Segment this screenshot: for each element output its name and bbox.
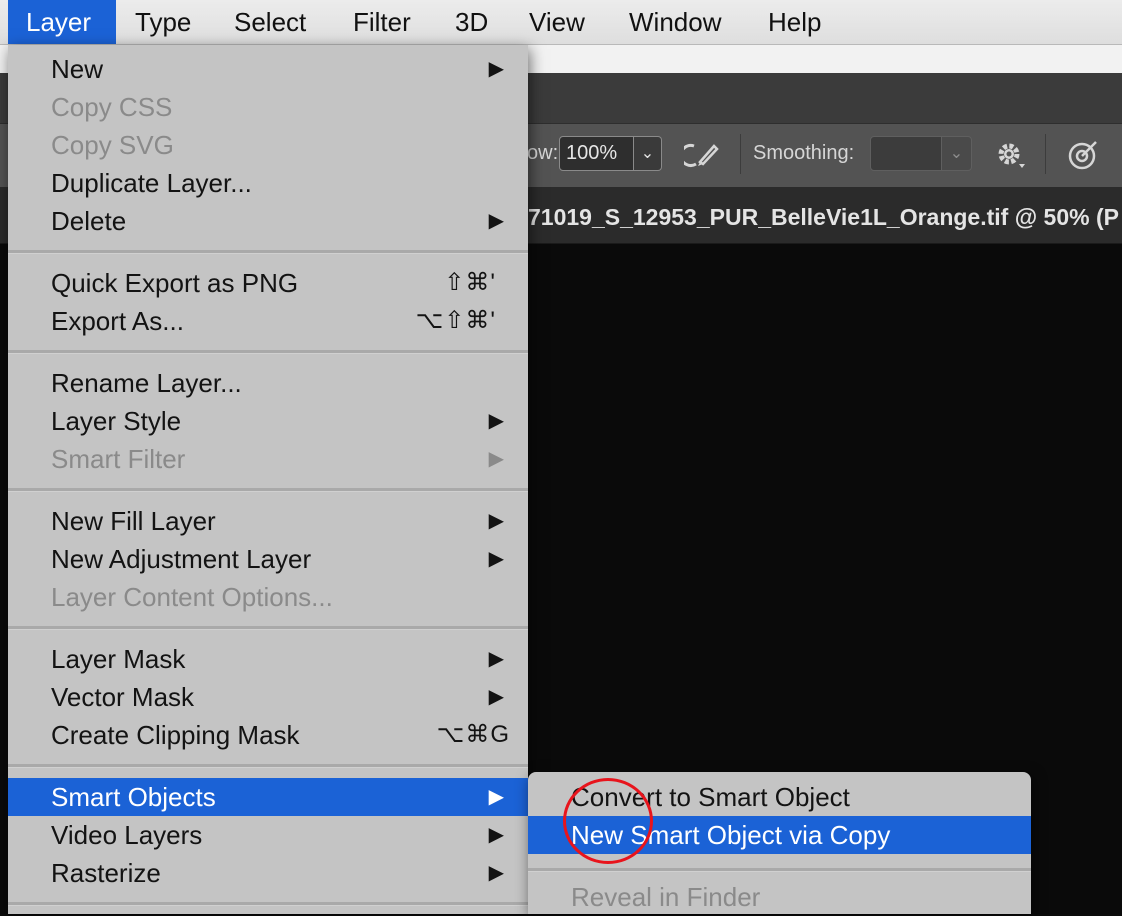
menu-separator bbox=[8, 488, 528, 492]
menu-item-label: Quick Export as PNG bbox=[51, 268, 299, 298]
menu-item-export-as[interactable]: Export As... ⌥⇧⌘' bbox=[8, 302, 528, 340]
menu-item-new-adjustment-layer[interactable]: New Adjustment Layer ▶ bbox=[8, 540, 528, 578]
menu-item-duplicate-layer[interactable]: Duplicate Layer... bbox=[8, 164, 528, 202]
menu-item-copy-css: Copy CSS bbox=[8, 88, 528, 126]
separator bbox=[740, 134, 741, 174]
menu-item-label: Convert to Smart Object bbox=[571, 782, 850, 812]
menu-item-video-layers[interactable]: Video Layers ▶ bbox=[8, 816, 528, 854]
menu-item-rasterize[interactable]: Rasterize ▶ bbox=[8, 854, 528, 892]
menubar-layer[interactable]: Layer bbox=[8, 0, 116, 44]
submenu-arrow-icon: ▶ bbox=[488, 686, 504, 708]
shortcut-label: ⌥⇧⌘' bbox=[415, 307, 496, 334]
menubar-select[interactable]: Select bbox=[216, 0, 324, 44]
menu-separator bbox=[8, 250, 528, 254]
menu-separator bbox=[8, 626, 528, 630]
menu-item-quick-export-png[interactable]: Quick Export as PNG ⇧⌘' bbox=[8, 264, 528, 302]
submenu-arrow-icon: ▶ bbox=[488, 58, 504, 80]
smart-objects-submenu: Convert to Smart Object New Smart Object… bbox=[528, 772, 1031, 914]
chevron-down-icon: ⌄ bbox=[640, 145, 655, 162]
flow-dropdown-button[interactable]: ⌄ bbox=[634, 136, 662, 171]
flow-input[interactable]: 100% bbox=[559, 136, 634, 171]
menu-bar: Layer Type Select Filter 3D View Window … bbox=[0, 0, 1122, 45]
submenu-arrow-icon: ▶ bbox=[488, 824, 504, 846]
menu-item-copy-svg: Copy SVG bbox=[8, 126, 528, 164]
menu-item-layer-mask[interactable]: Layer Mask ▶ bbox=[8, 640, 528, 678]
submenu-arrow-icon: ▶ bbox=[488, 510, 504, 532]
flow-label: ow: bbox=[527, 142, 559, 164]
menu-item-label: Smart Objects bbox=[51, 782, 216, 812]
menubar-filter[interactable]: Filter bbox=[335, 0, 429, 44]
menu-item-label: Layer Mask bbox=[51, 644, 186, 674]
smoothing-input[interactable] bbox=[870, 136, 942, 171]
menu-item-label: Create Clipping Mask bbox=[51, 720, 300, 750]
menu-item-label: Rasterize bbox=[51, 858, 161, 888]
menu-item-rename-layer[interactable]: Rename Layer... bbox=[8, 364, 528, 402]
smoothing-label: Smoothing: bbox=[753, 142, 855, 164]
menu-item-label: New bbox=[51, 54, 104, 84]
menu-item-label: Layer Content Options... bbox=[51, 582, 333, 612]
menu-item-label: Rename Layer... bbox=[51, 368, 242, 398]
menu-item-label: Duplicate Layer... bbox=[51, 168, 252, 198]
submenu-arrow-icon: ▶ bbox=[488, 410, 504, 432]
menu-item-label: Vector Mask bbox=[51, 682, 195, 712]
shortcut-label: ⌥⌘G bbox=[436, 721, 510, 748]
menubar-window[interactable]: Window bbox=[611, 0, 739, 44]
menu-item-label: Reveal in Finder bbox=[571, 882, 761, 912]
menu-item-label: Copy SVG bbox=[51, 130, 174, 160]
pressure-target-icon[interactable] bbox=[1064, 136, 1102, 174]
airbrush-icon[interactable] bbox=[679, 136, 722, 174]
menu-item-new[interactable]: New ▶ bbox=[8, 50, 528, 88]
menu-separator bbox=[8, 902, 528, 906]
submenu-item-convert-to-smart-object[interactable]: Convert to Smart Object bbox=[528, 778, 1031, 816]
submenu-arrow-icon: ▶ bbox=[488, 448, 504, 470]
menu-item-layer-style[interactable]: Layer Style ▶ bbox=[8, 402, 528, 440]
submenu-arrow-icon: ▶ bbox=[488, 548, 504, 570]
menu-item-label: Copy CSS bbox=[51, 92, 173, 122]
submenu-item-new-smart-object-via-copy[interactable]: New Smart Object via Copy bbox=[528, 816, 1031, 854]
menu-item-smart-filter: Smart Filter ▶ bbox=[8, 440, 528, 478]
menu-item-label: New Adjustment Layer bbox=[51, 544, 312, 574]
menu-item-label: Delete bbox=[51, 206, 127, 236]
menu-item-new-fill-layer[interactable]: New Fill Layer ▶ bbox=[8, 502, 528, 540]
menu-item-label: New Fill Layer bbox=[51, 506, 216, 536]
menu-item-smart-objects[interactable]: Smart Objects ▶ bbox=[8, 778, 528, 816]
submenu-arrow-icon: ▶ bbox=[488, 862, 504, 884]
menu-item-label: New Smart Object via Copy bbox=[571, 820, 891, 850]
submenu-arrow-icon: ▶ bbox=[488, 786, 504, 808]
menu-item-label: Smart Filter bbox=[51, 444, 186, 474]
menu-item-create-clipping-mask[interactable]: Create Clipping Mask ⌥⌘G bbox=[8, 716, 528, 754]
menubar-3d[interactable]: 3D bbox=[437, 0, 506, 44]
submenu-item-reveal-in-finder: Reveal in Finder bbox=[528, 878, 1031, 916]
menu-item-label: Layer Style bbox=[51, 406, 182, 436]
chevron-down-icon: ⌄ bbox=[949, 145, 964, 162]
layer-menu: New ▶ Copy CSS Copy SVG Duplicate Layer..… bbox=[8, 45, 528, 914]
separator bbox=[1045, 134, 1046, 174]
menu-item-vector-mask[interactable]: Vector Mask ▶ bbox=[8, 678, 528, 716]
menu-item-delete[interactable]: Delete ▶ bbox=[8, 202, 528, 240]
submenu-arrow-icon: ▶ bbox=[488, 648, 504, 670]
submenu-arrow-icon: ▶ bbox=[488, 210, 504, 232]
menu-item-layer-content-options: Layer Content Options... bbox=[8, 578, 528, 616]
menu-separator bbox=[8, 350, 528, 354]
gear-icon[interactable] bbox=[992, 136, 1030, 174]
menu-separator bbox=[8, 764, 528, 768]
menubar-help[interactable]: Help bbox=[750, 0, 839, 44]
menu-item-label: Video Layers bbox=[51, 820, 203, 850]
menu-separator bbox=[528, 868, 1031, 872]
menubar-view[interactable]: View bbox=[511, 0, 603, 44]
document-title: 71019_S_12953_PUR_BelleVie1L_Orange.tif … bbox=[528, 204, 1119, 230]
shortcut-label: ⇧⌘' bbox=[444, 269, 496, 296]
smoothing-dropdown-button[interactable]: ⌄ bbox=[942, 136, 972, 171]
menubar-type[interactable]: Type bbox=[117, 0, 209, 44]
menu-item-label: Export As... bbox=[51, 306, 184, 336]
